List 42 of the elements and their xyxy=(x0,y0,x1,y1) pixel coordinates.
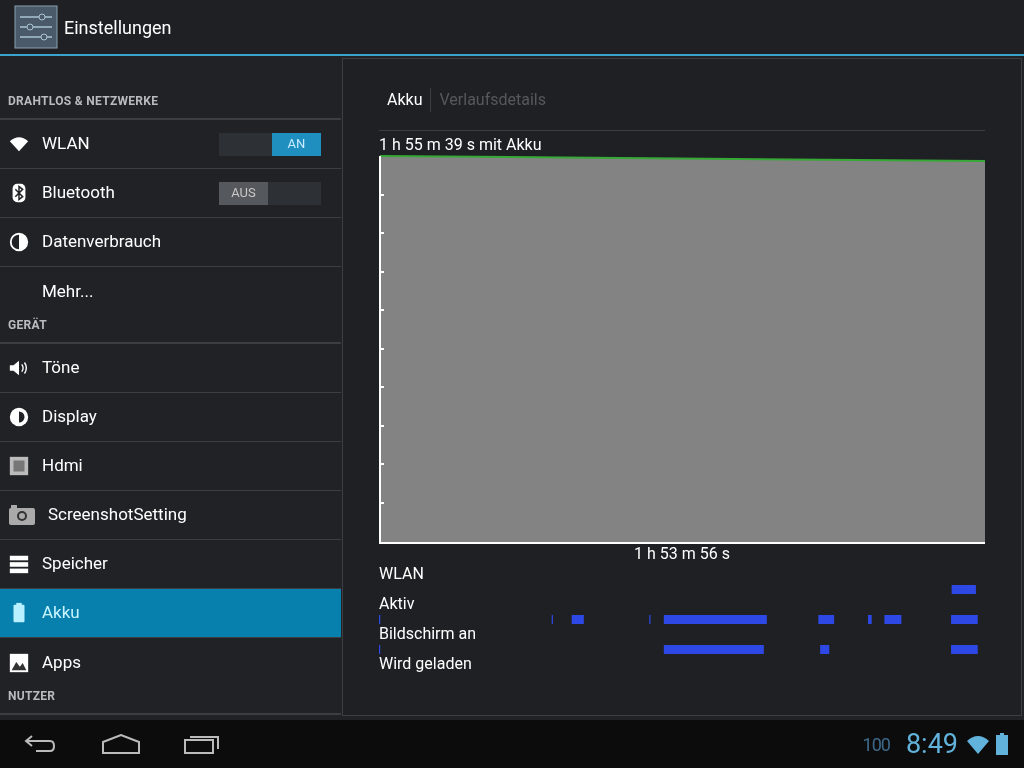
home-icon[interactable] xyxy=(102,734,140,754)
pie-chart-icon xyxy=(8,231,30,253)
signal-label: WLAN xyxy=(379,564,424,584)
camera-icon xyxy=(8,504,36,526)
section-header: GERÄT xyxy=(8,316,47,334)
settings-item[interactable]: WLAN AN xyxy=(0,120,341,169)
activity-bar xyxy=(820,645,830,654)
settings-item[interactable]: Hdmi xyxy=(0,442,341,491)
app-title: Einstellungen xyxy=(64,15,172,40)
signal-label: Aktiv xyxy=(379,594,415,614)
back-icon[interactable] xyxy=(24,734,56,754)
picture-icon xyxy=(8,651,30,674)
activity-bar xyxy=(818,615,835,624)
toggle-switch[interactable]: AUS xyxy=(219,181,321,205)
activity-bar xyxy=(571,615,584,624)
settings-item[interactable]: ScreenshotSetting xyxy=(0,491,341,540)
settings-item[interactable]: Akku xyxy=(0,589,341,638)
settings-item[interactable]: Töne xyxy=(0,344,341,393)
signal-label: Bildschirm an xyxy=(379,624,477,644)
graph-title: 1 h 55 m 39 s mit Akku xyxy=(379,135,543,155)
graph-duration: 1 h 53 m 56 s xyxy=(634,544,730,564)
signal-label: Wird geladen xyxy=(379,654,472,674)
storage-icon xyxy=(8,553,30,575)
settings-item[interactable]: Mehr... xyxy=(0,267,341,316)
activity-bar xyxy=(951,645,978,654)
activity-bar xyxy=(868,615,872,624)
section-header: NUTZER xyxy=(8,688,56,705)
battery-icon xyxy=(996,733,1008,755)
settings-item[interactable]: Datenverbrauch xyxy=(0,218,341,267)
recent-apps-icon[interactable] xyxy=(184,734,220,754)
activity-bar xyxy=(951,615,978,624)
activity-bar xyxy=(951,585,976,594)
settings-sliders-icon[interactable] xyxy=(14,5,58,49)
battery-level-text: 100 xyxy=(862,732,890,757)
breadcrumb[interactable]: Akku xyxy=(379,88,431,112)
settings-item[interactable]: Display xyxy=(0,393,341,442)
activity-bar xyxy=(884,615,902,624)
settings-item[interactable]: Bluetooth AUS xyxy=(0,169,341,218)
settings-item[interactable]: Apps xyxy=(0,638,341,687)
wifi-icon xyxy=(966,734,990,754)
clock: 8:49 xyxy=(905,726,958,762)
section-header: DRAHTLOS & NETZWERKE xyxy=(8,93,159,110)
